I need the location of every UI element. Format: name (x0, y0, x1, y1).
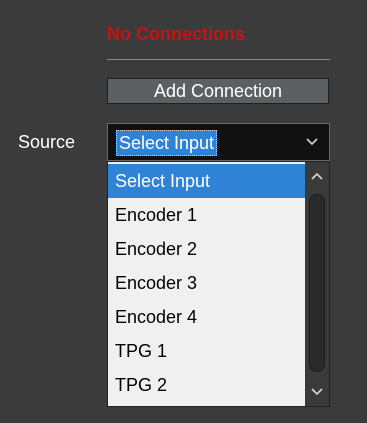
dropdown-option[interactable]: TPG 1 (108, 334, 305, 368)
dropdown-scrollbar[interactable] (305, 162, 329, 406)
scrollbar-thumb[interactable] (309, 194, 325, 372)
dropdown-option[interactable]: Encoder 2 (108, 232, 305, 266)
connection-status: No Connections (107, 24, 245, 44)
dropdown-option[interactable]: TPG 2 (108, 368, 305, 402)
dropdown-option[interactable]: Encoder 3 (108, 266, 305, 300)
source-dropdown-list: Select Input Encoder 1 Encoder 2 Encoder 3E… (107, 161, 330, 407)
dropdown-option[interactable]: Encoder 1 (108, 198, 305, 232)
chevron-up-icon (311, 172, 323, 180)
source-select-value: Select Input (116, 130, 218, 156)
chevron-down-icon (311, 388, 323, 396)
source-select[interactable]: Select Input (107, 123, 330, 161)
option-list: Select Input Encoder 1 Encoder 2 Encoder 3E… (108, 164, 305, 402)
divider (107, 59, 330, 60)
dropdown-option[interactable]: Encoder 4 (108, 300, 305, 334)
chevron-down-icon[interactable] (305, 135, 319, 149)
scroll-down-button[interactable] (305, 380, 329, 404)
dropdown-option[interactable]: Select Input (108, 164, 305, 198)
scroll-up-button[interactable] (305, 164, 329, 188)
add-connection-button[interactable]: Add Connection (107, 78, 329, 104)
source-label: Source (18, 132, 76, 152)
